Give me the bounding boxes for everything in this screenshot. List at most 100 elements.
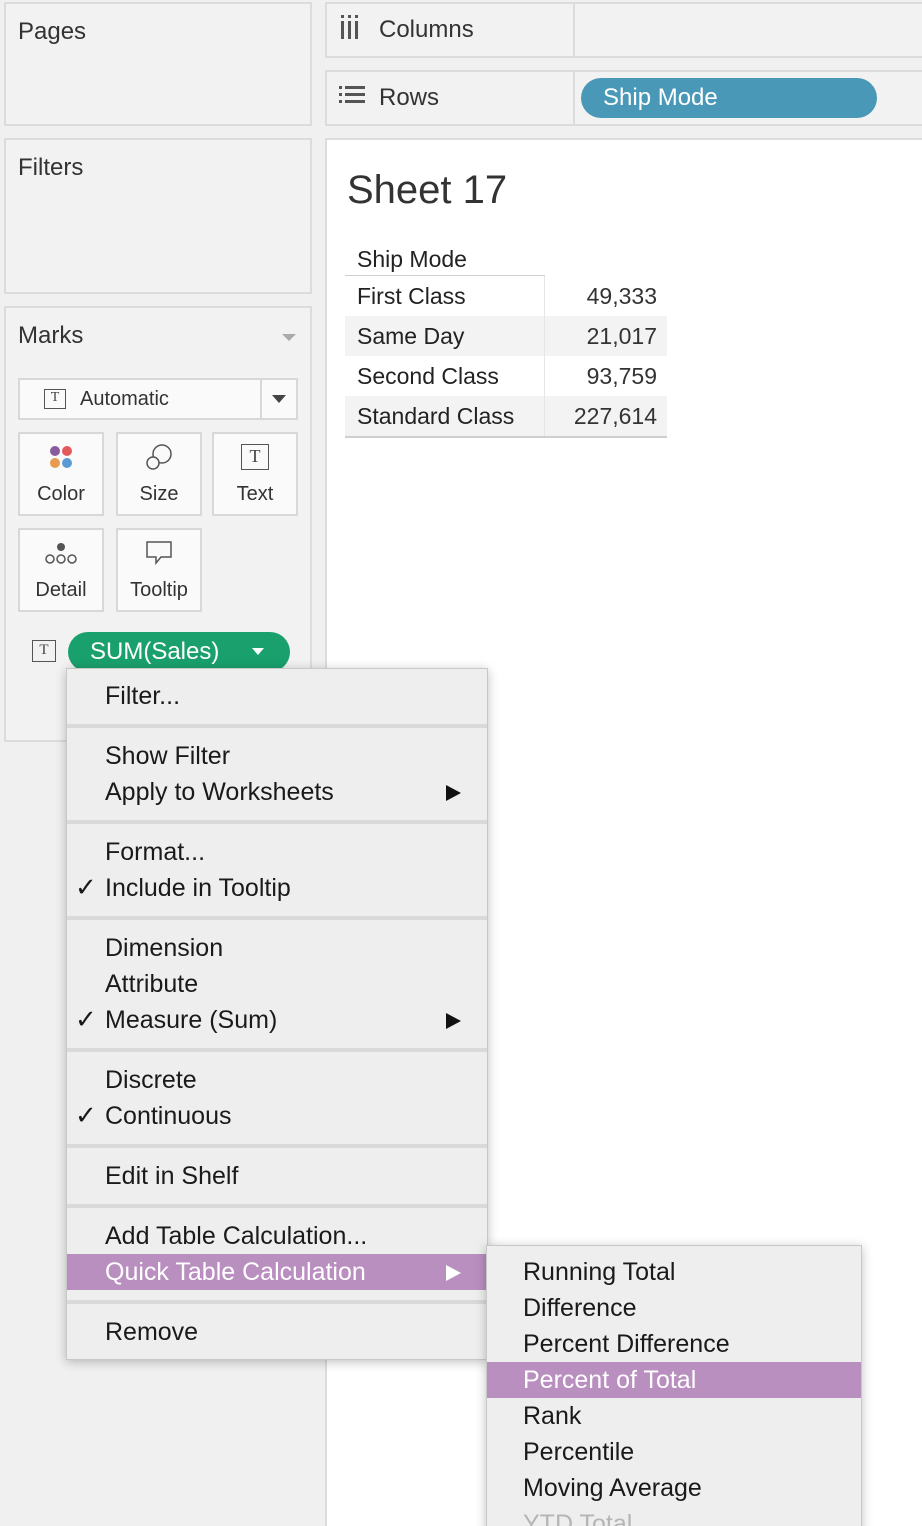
submenu-item-label: Difference xyxy=(523,1293,637,1322)
table-row[interactable]: First Class 49,333 xyxy=(345,276,667,316)
submenu-arrow-icon xyxy=(446,785,461,801)
rows-shelf[interactable]: Rows Ship Mode xyxy=(325,70,922,126)
submenu-item-label: Running Total xyxy=(523,1257,676,1286)
color-button[interactable]: Color xyxy=(18,432,104,516)
submenu-item-label: Rank xyxy=(523,1401,582,1430)
submenu-item-ytd-total[interactable]: YTD Total xyxy=(487,1506,861,1526)
text-button-label: Text xyxy=(236,483,274,505)
submenu-item-label: Percentile xyxy=(523,1437,635,1466)
columns-shelf[interactable]: Columns xyxy=(325,2,922,58)
menu-item-label: Filter... xyxy=(105,681,181,710)
table-column-header[interactable]: Ship Mode xyxy=(345,240,545,276)
size-button-label: Size xyxy=(139,483,179,505)
menu-item-attribute[interactable]: Attribute xyxy=(67,966,487,1002)
row-value[interactable]: 93,759 xyxy=(545,363,667,390)
mark-type-dropdown[interactable]: T Automatic xyxy=(18,378,298,420)
menu-item-apply-to-worksheets[interactable]: Apply to Worksheets xyxy=(67,774,487,810)
marks-menu-caret-icon[interactable] xyxy=(282,334,296,341)
table-row[interactable]: Same Day 21,017 xyxy=(345,316,667,356)
menu-item-label: Format... xyxy=(105,837,206,866)
menu-item-label: Continuous xyxy=(105,1101,232,1130)
menu-separator xyxy=(67,1300,487,1304)
size-button[interactable]: Size xyxy=(116,432,202,516)
submenu-item-percent-difference[interactable]: Percent Difference xyxy=(487,1326,861,1362)
table-row[interactable]: Second Class 93,759 xyxy=(345,356,667,396)
detail-button[interactable]: Detail xyxy=(18,528,104,612)
submenu-item-rank[interactable]: Rank xyxy=(487,1398,861,1434)
menu-item-filter[interactable]: Filter... xyxy=(67,678,487,714)
menu-separator xyxy=(67,820,487,824)
menu-item-label: Quick Table Calculation xyxy=(105,1257,366,1286)
menu-item-add-table-calculation[interactable]: Add Table Calculation... xyxy=(67,1218,487,1254)
menu-item-continuous[interactable]: ✓ Continuous xyxy=(67,1098,487,1134)
text-t-icon: T xyxy=(241,444,269,470)
tooltip-button[interactable]: Tooltip xyxy=(116,528,202,612)
row-value[interactable]: 21,017 xyxy=(545,323,667,350)
sum-sales-pill[interactable]: SUM(Sales) xyxy=(68,632,290,672)
row-value[interactable]: 227,614 xyxy=(545,403,667,430)
menu-item-label: Attribute xyxy=(105,969,199,998)
pages-title: Pages xyxy=(18,18,87,45)
row-category[interactable]: Same Day xyxy=(345,316,545,356)
row-category[interactable]: Standard Class xyxy=(345,396,545,436)
menu-item-quick-table-calculation[interactable]: Quick Table Calculation xyxy=(67,1254,487,1290)
rows-shelf-label: Rows xyxy=(327,72,575,124)
menu-item-include-in-tooltip[interactable]: ✓ Include in Tooltip xyxy=(67,870,487,906)
filters-title: Filters xyxy=(18,154,84,181)
mark-type-label: Automatic xyxy=(80,387,169,410)
submenu-arrow-icon xyxy=(446,1265,461,1281)
rows-icon xyxy=(339,84,367,112)
submenu-item-moving-average[interactable]: Moving Average xyxy=(487,1470,861,1506)
menu-item-label: Include in Tooltip xyxy=(105,873,291,902)
ship-mode-pill[interactable]: Ship Mode xyxy=(581,78,877,118)
pill-dropdown-caret-icon[interactable] xyxy=(252,648,264,655)
checkmark-icon: ✓ xyxy=(75,1100,97,1130)
mark-type-dropdown-arrow[interactable] xyxy=(260,380,296,418)
row-category[interactable]: First Class xyxy=(345,276,545,316)
submenu-item-label: Percent Difference xyxy=(523,1329,730,1358)
checkmark-icon: ✓ xyxy=(75,872,97,902)
submenu-item-running-total[interactable]: Running Total xyxy=(487,1254,861,1290)
pill-context-menu: Filter... Show Filter Apply to Worksheet… xyxy=(66,668,488,1360)
detail-button-label: Detail xyxy=(35,579,87,601)
menu-item-label: Dimension xyxy=(105,933,224,962)
menu-separator xyxy=(67,1048,487,1052)
text-encoding-icon: T xyxy=(32,640,56,662)
filters-card: Filters xyxy=(4,138,312,294)
row-value[interactable]: 49,333 xyxy=(545,283,667,310)
menu-item-show-filter[interactable]: Show Filter xyxy=(67,738,487,774)
text-button[interactable]: T Text xyxy=(212,432,298,516)
menu-item-discrete[interactable]: Discrete xyxy=(67,1062,487,1098)
menu-item-label: Measure (Sum) xyxy=(105,1005,278,1034)
submenu-item-percent-of-total[interactable]: Percent of Total xyxy=(487,1362,861,1398)
submenu-item-label: YTD Total xyxy=(523,1509,633,1526)
tooltip-speech-icon xyxy=(144,533,174,573)
sum-sales-pill-label: SUM(Sales) xyxy=(90,638,220,665)
menu-item-measure-sum[interactable]: ✓ Measure (Sum) xyxy=(67,1002,487,1038)
marks-title: Marks xyxy=(18,322,84,349)
chevron-down-icon xyxy=(272,395,286,403)
pages-card: Pages xyxy=(4,2,312,126)
row-category[interactable]: Second Class xyxy=(345,356,545,396)
submenu-item-percentile[interactable]: Percentile xyxy=(487,1434,861,1470)
table-row[interactable]: Standard Class 227,614 xyxy=(345,396,667,436)
menu-item-dimension[interactable]: Dimension xyxy=(67,930,487,966)
ship-mode-pill-label: Ship Mode xyxy=(603,84,718,111)
size-icon xyxy=(144,437,174,477)
menu-item-label: Add Table Calculation... xyxy=(105,1221,368,1250)
submenu-item-label: Moving Average xyxy=(523,1473,702,1502)
columns-shelf-label: Columns xyxy=(327,4,575,56)
menu-item-format[interactable]: Format... xyxy=(67,834,487,870)
table-bottom-border xyxy=(345,436,667,438)
tooltip-button-label: Tooltip xyxy=(130,579,188,601)
color-button-label: Color xyxy=(37,483,85,505)
menu-item-edit-in-shelf[interactable]: Edit in Shelf xyxy=(67,1158,487,1194)
submenu-arrow-icon xyxy=(446,1013,461,1029)
columns-label: Columns xyxy=(379,16,474,43)
submenu-item-difference[interactable]: Difference xyxy=(487,1290,861,1326)
menu-item-label: Show Filter xyxy=(105,741,231,770)
menu-item-remove[interactable]: Remove xyxy=(67,1314,487,1350)
columns-icon xyxy=(339,14,367,46)
color-dots-icon xyxy=(47,437,75,477)
text-table: Ship Mode First Class 49,333 Same Day 21… xyxy=(345,240,667,438)
